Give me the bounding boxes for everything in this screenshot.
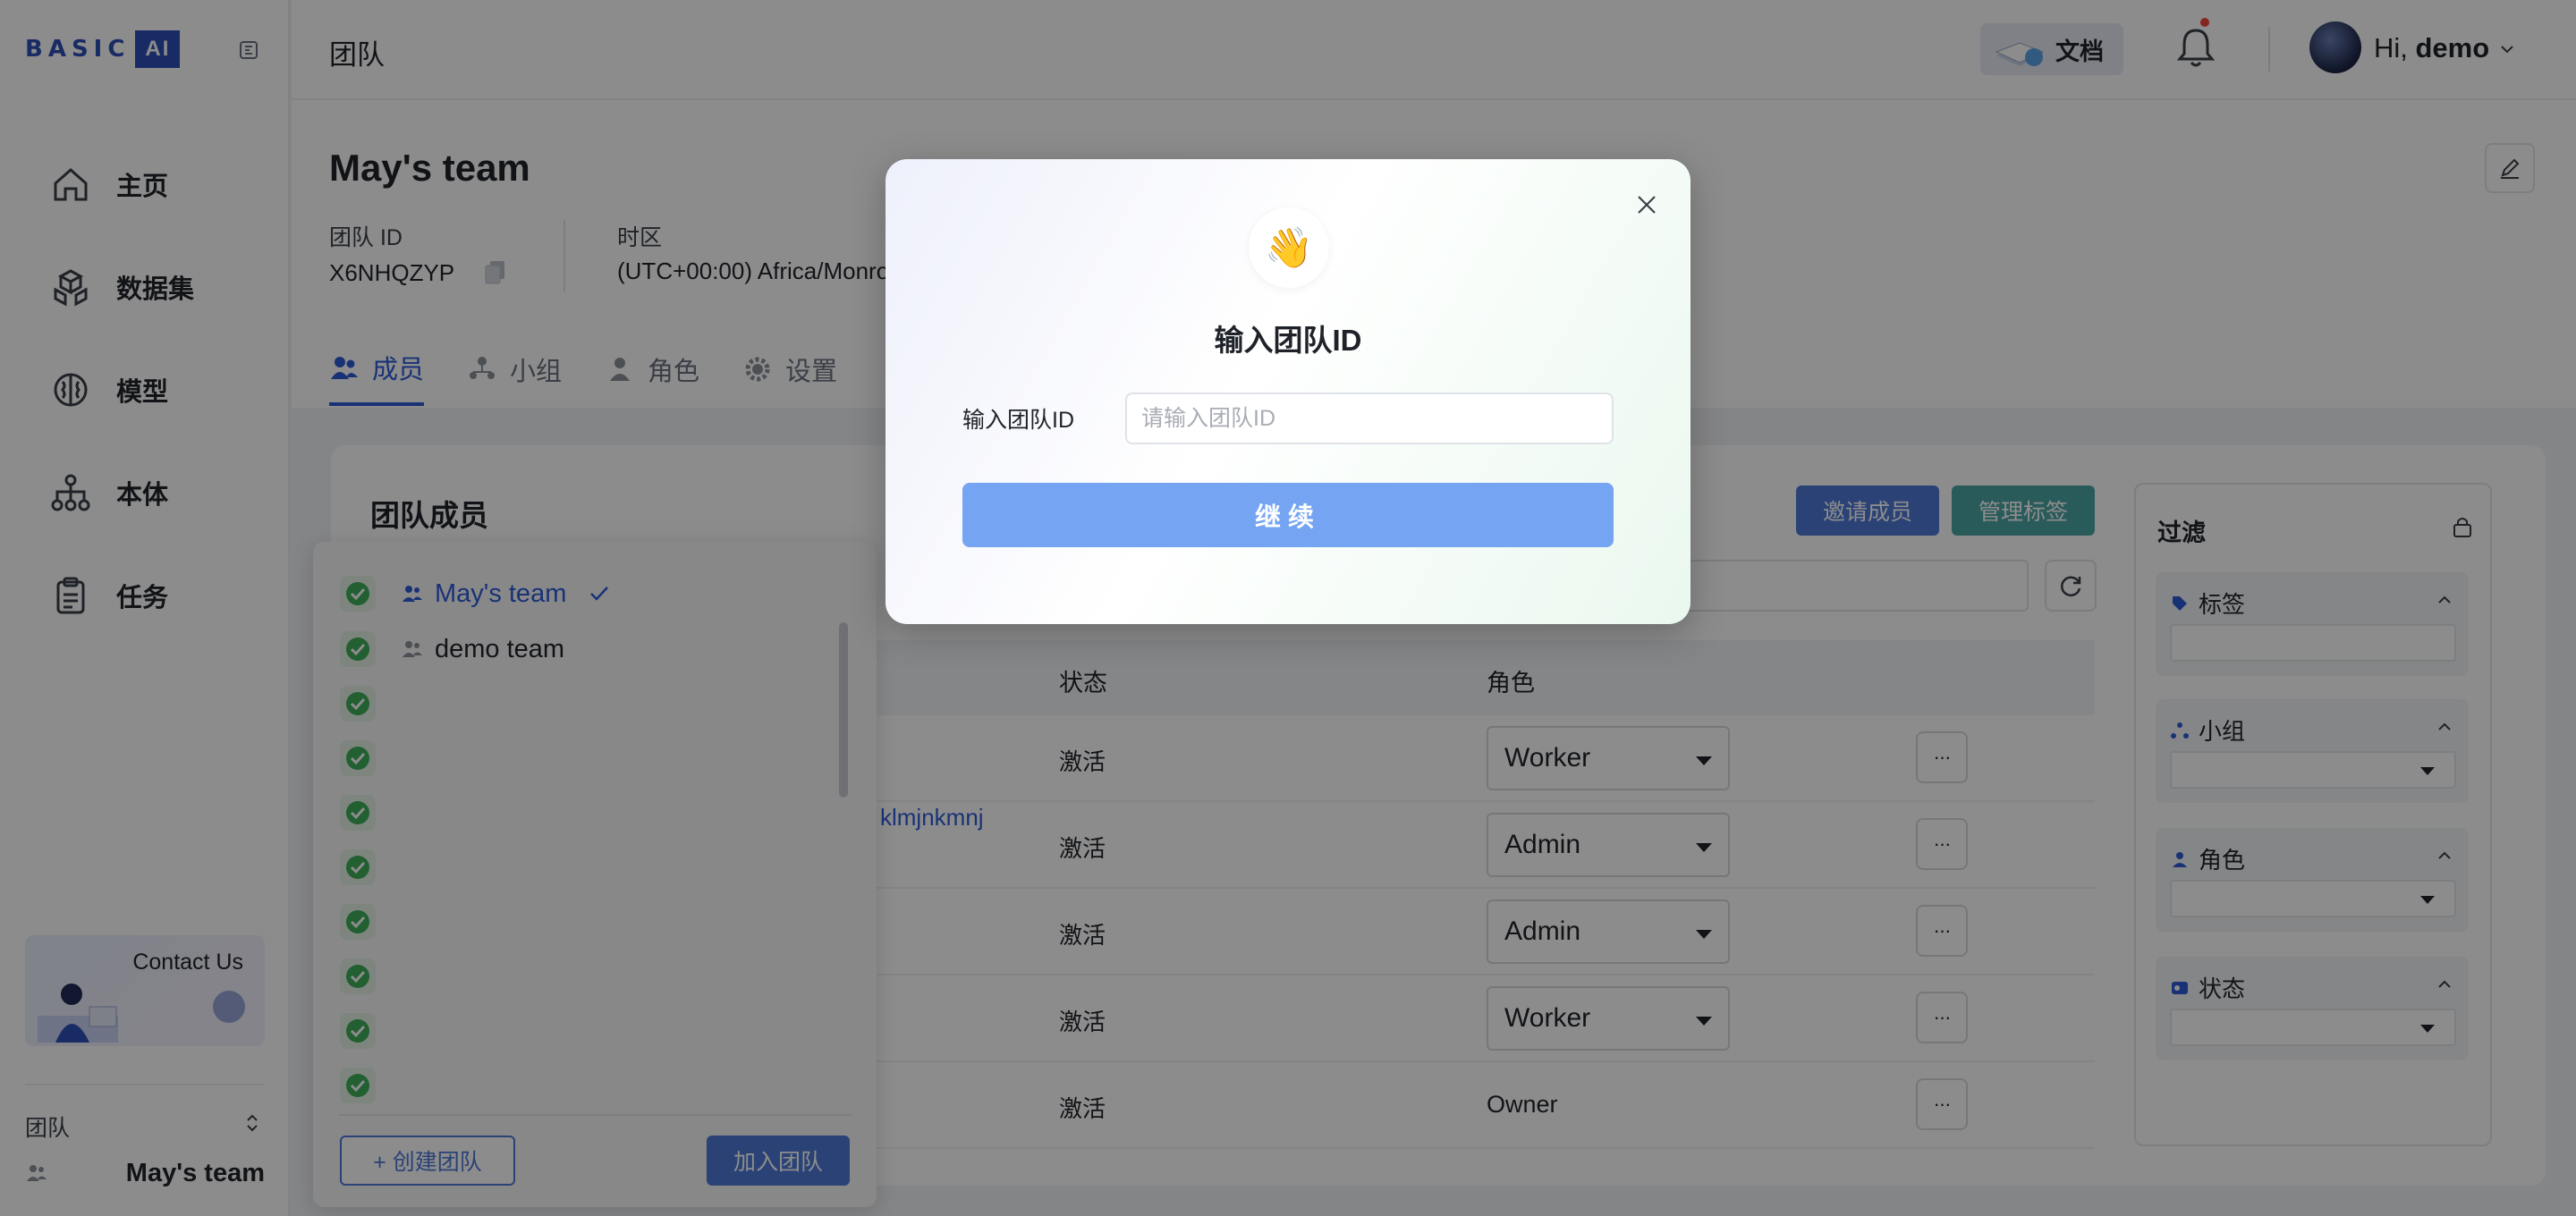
join-team-dialog: 👋 输入团队ID 输入团队ID 继续 bbox=[886, 159, 1690, 624]
waving-hand-icon: 👋 bbox=[1249, 207, 1329, 288]
team-id-input[interactable] bbox=[1125, 393, 1614, 444]
close-icon[interactable] bbox=[1633, 191, 1660, 218]
continue-button[interactable]: 继续 bbox=[962, 483, 1614, 547]
dialog-title: 输入团队ID bbox=[1214, 324, 1362, 357]
team-id-field-label: 输入团队ID bbox=[962, 408, 1075, 433]
